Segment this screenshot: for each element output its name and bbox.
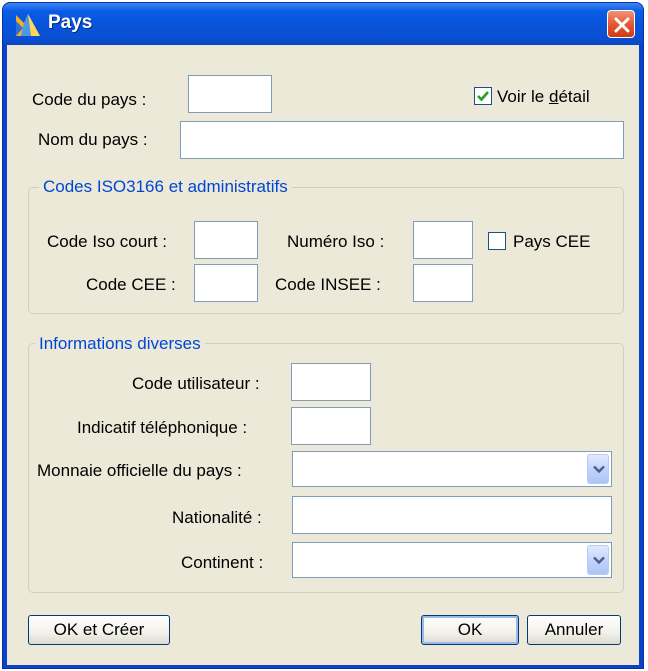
indicatif-input[interactable]: [291, 407, 371, 445]
ok-et-creer-button[interactable]: OK et Créer: [28, 615, 170, 645]
code-insee-input[interactable]: [413, 264, 473, 302]
info-group-title: Informations diverses: [35, 334, 205, 354]
title-bar[interactable]: Pays: [3, 3, 643, 45]
chevron-down-icon: [593, 465, 605, 474]
continent-select[interactable]: [292, 542, 612, 578]
numero-iso-input[interactable]: [413, 221, 473, 259]
monnaie-select[interactable]: [292, 451, 612, 487]
pays-cee-checkbox[interactable]: [488, 232, 506, 250]
nationalite-input[interactable]: [292, 496, 612, 534]
code-iso-court-input[interactable]: [194, 221, 258, 259]
continent-dropdown-button[interactable]: [587, 545, 609, 575]
voir-detail-checkbox[interactable]: [474, 87, 492, 105]
checkmark-icon: [477, 91, 489, 102]
code-iso-court-label: Code Iso court :: [47, 232, 168, 251]
ok-button[interactable]: OK: [421, 615, 519, 645]
nom-pays-label: Nom du pays :: [38, 130, 148, 149]
continent-label: Continent :: [181, 553, 264, 572]
dialog-body: Code du pays : Voir le détail Nom du pay…: [7, 45, 639, 665]
chevron-down-icon: [593, 556, 605, 565]
code-cee-label: Code CEE :: [86, 275, 176, 294]
monnaie-label: Monnaie officielle du pays :: [37, 461, 242, 480]
code-pays-input[interactable]: [188, 75, 272, 113]
code-utilisateur-input[interactable]: [291, 363, 371, 401]
monnaie-dropdown-button[interactable]: [587, 454, 609, 484]
code-insee-label: Code INSEE :: [275, 275, 381, 294]
pays-dialog: Pays Code du pays : Voir le détail Nom d…: [2, 2, 644, 669]
nationalite-label: Nationalité :: [172, 508, 262, 527]
code-utilisateur-label: Code utilisateur :: [132, 374, 260, 393]
app-icon: [15, 11, 41, 37]
nom-pays-input[interactable]: [180, 121, 624, 159]
iso-group-title: Codes ISO3166 et administratifs: [39, 177, 292, 197]
annuler-button[interactable]: Annuler: [527, 615, 621, 645]
voir-detail-prefix: Voir le: [497, 87, 549, 106]
close-button[interactable]: [607, 10, 635, 38]
voir-detail-suffix: étail: [558, 87, 590, 106]
code-cee-input[interactable]: [194, 264, 258, 302]
numero-iso-label: Numéro Iso :: [287, 232, 385, 251]
pays-cee-label[interactable]: Pays CEE: [513, 232, 590, 252]
indicatif-label: Indicatif téléphonique :: [77, 418, 248, 437]
code-pays-label: Code du pays :: [32, 90, 147, 109]
voir-detail-label[interactable]: Voir le détail: [497, 87, 590, 107]
close-icon: [614, 17, 630, 33]
window-title: Pays: [48, 12, 93, 33]
